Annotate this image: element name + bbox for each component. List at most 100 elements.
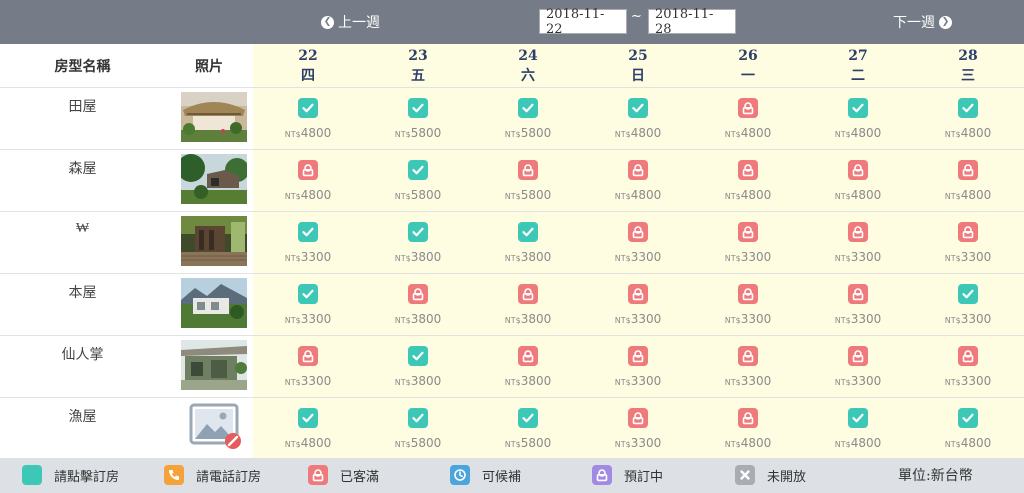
full-lock-icon [628,160,648,180]
availability-cell[interactable]: NT$4800 [253,398,363,460]
room-price: NT$3300 [693,312,803,326]
availability-cell[interactable]: NT$5800 [363,88,473,150]
book-check-icon[interactable] [518,98,538,118]
book-check-icon[interactable] [298,284,318,304]
full-lock-icon [958,222,978,242]
full-lock-icon [848,284,868,304]
price-value: 3300 [960,250,992,264]
price-value: 4800 [850,436,882,450]
availability-cell[interactable]: NT$4800 [583,88,693,150]
book-check-icon[interactable] [408,408,428,428]
room-price: NT$3300 [253,312,363,326]
currency-symbol: NT$ [504,440,521,449]
availability-cell[interactable]: NT$4800 [913,398,1023,460]
price-value: 3800 [520,250,552,264]
room-price: NT$3800 [363,374,473,388]
availability-cell[interactable]: NT$3300 [913,274,1023,336]
next-week-button[interactable]: 下一週 ❯ [893,11,952,33]
price-value: 3300 [740,250,772,264]
currency-symbol: NT$ [724,130,741,139]
price-value: 4800 [850,126,882,140]
day-header: 22 四 [253,44,363,88]
legend-item: 請電話訂房 [164,465,261,485]
room-price: NT$3300 [583,436,693,450]
end-date-input[interactable]: 2018-11-28 [648,7,736,37]
availability-cell[interactable]: NT$4800 [803,88,913,150]
day-date: 25 [628,48,648,64]
availability-cell[interactable]: NT$5800 [363,150,473,212]
book-check-icon[interactable] [628,98,648,118]
book-check-icon[interactable] [518,222,538,242]
day-weekday: 五 [411,68,425,84]
room-price: NT$3300 [693,250,803,264]
day-header: 25 日 [583,44,693,88]
book-check-icon[interactable] [298,222,318,242]
availability-cell: NT$3300 [583,212,693,274]
price-value: 4800 [300,126,332,140]
book-check-icon[interactable] [958,98,978,118]
currency-symbol: NT$ [614,440,631,449]
book-check-icon[interactable] [958,408,978,428]
availability-cell[interactable]: NT$3800 [363,336,473,398]
price-value: 3300 [630,436,662,450]
room-price: NT$5800 [363,188,473,202]
availability-cell: NT$3300 [693,274,803,336]
availability-cell[interactable]: NT$3800 [363,212,473,274]
book-check-icon[interactable] [848,408,868,428]
room-price: NT$3300 [253,250,363,264]
full-lock-icon [628,222,648,242]
currency-symbol: NT$ [724,316,741,325]
room-price: NT$4800 [253,188,363,202]
room-price: NT$3300 [803,374,913,388]
room-price: NT$4800 [583,126,693,140]
availability-cell[interactable]: NT$5800 [473,398,583,460]
availability-cell[interactable]: NT$4800 [253,88,363,150]
book-check-icon[interactable] [848,98,868,118]
room-price: NT$3800 [473,312,583,326]
day-weekday: 六 [521,68,535,84]
phone-icon [164,465,184,485]
room-photo[interactable] [181,340,247,390]
currency-symbol: NT$ [394,192,411,201]
room-price: NT$3300 [913,312,1023,326]
availability-cell[interactable]: NT$5800 [473,88,583,150]
full-lock-icon [738,222,758,242]
availability-cell[interactable]: NT$3300 [253,212,363,274]
prev-week-button[interactable]: ❮ 上一週 [321,11,380,33]
price-value: 3800 [410,250,442,264]
availability-cell: NT$3300 [693,212,803,274]
currency-symbol: NT$ [284,130,301,139]
availability-cell[interactable]: NT$3800 [473,212,583,274]
book-check-icon[interactable] [408,346,428,366]
availability-cell: NT$4800 [693,398,803,460]
day-header: 23 五 [363,44,473,88]
price-value: 3300 [300,374,332,388]
room-price: NT$4800 [253,126,363,140]
availability-cell[interactable]: NT$4800 [913,88,1023,150]
book-check-icon[interactable] [298,408,318,428]
room-photo[interactable] [181,278,247,328]
book-check-icon[interactable] [408,98,428,118]
book-check-icon[interactable] [298,98,318,118]
availability-cell[interactable]: NT$3300 [253,274,363,336]
book-check-icon[interactable] [958,284,978,304]
availability-cell: NT$3300 [583,274,693,336]
start-date-input[interactable]: 2018-11-22 [539,7,627,37]
room-photo[interactable] [181,154,247,204]
book-check-icon[interactable] [518,408,538,428]
currency-symbol: NT$ [834,192,851,201]
availability-cell[interactable]: NT$5800 [363,398,473,460]
room-price: NT$4800 [693,436,803,450]
full-lock-icon [298,160,318,180]
room-photo[interactable] [181,216,247,266]
availability-cell: NT$4800 [693,88,803,150]
book-check-icon[interactable] [408,222,428,242]
day-date: 26 [738,48,758,64]
booking-calendar: ❮ 上一週 2018-11-22 ~ 2018-11-28 下一週 ❯ 房型名稱… [0,0,1024,493]
price-value: 4800 [630,188,662,202]
availability-cell[interactable]: NT$4800 [803,398,913,460]
room-photo[interactable] [181,92,247,142]
book-check-icon[interactable] [408,160,428,180]
availability-cell: NT$3300 [253,336,363,398]
availability-cell: NT$3800 [473,336,583,398]
